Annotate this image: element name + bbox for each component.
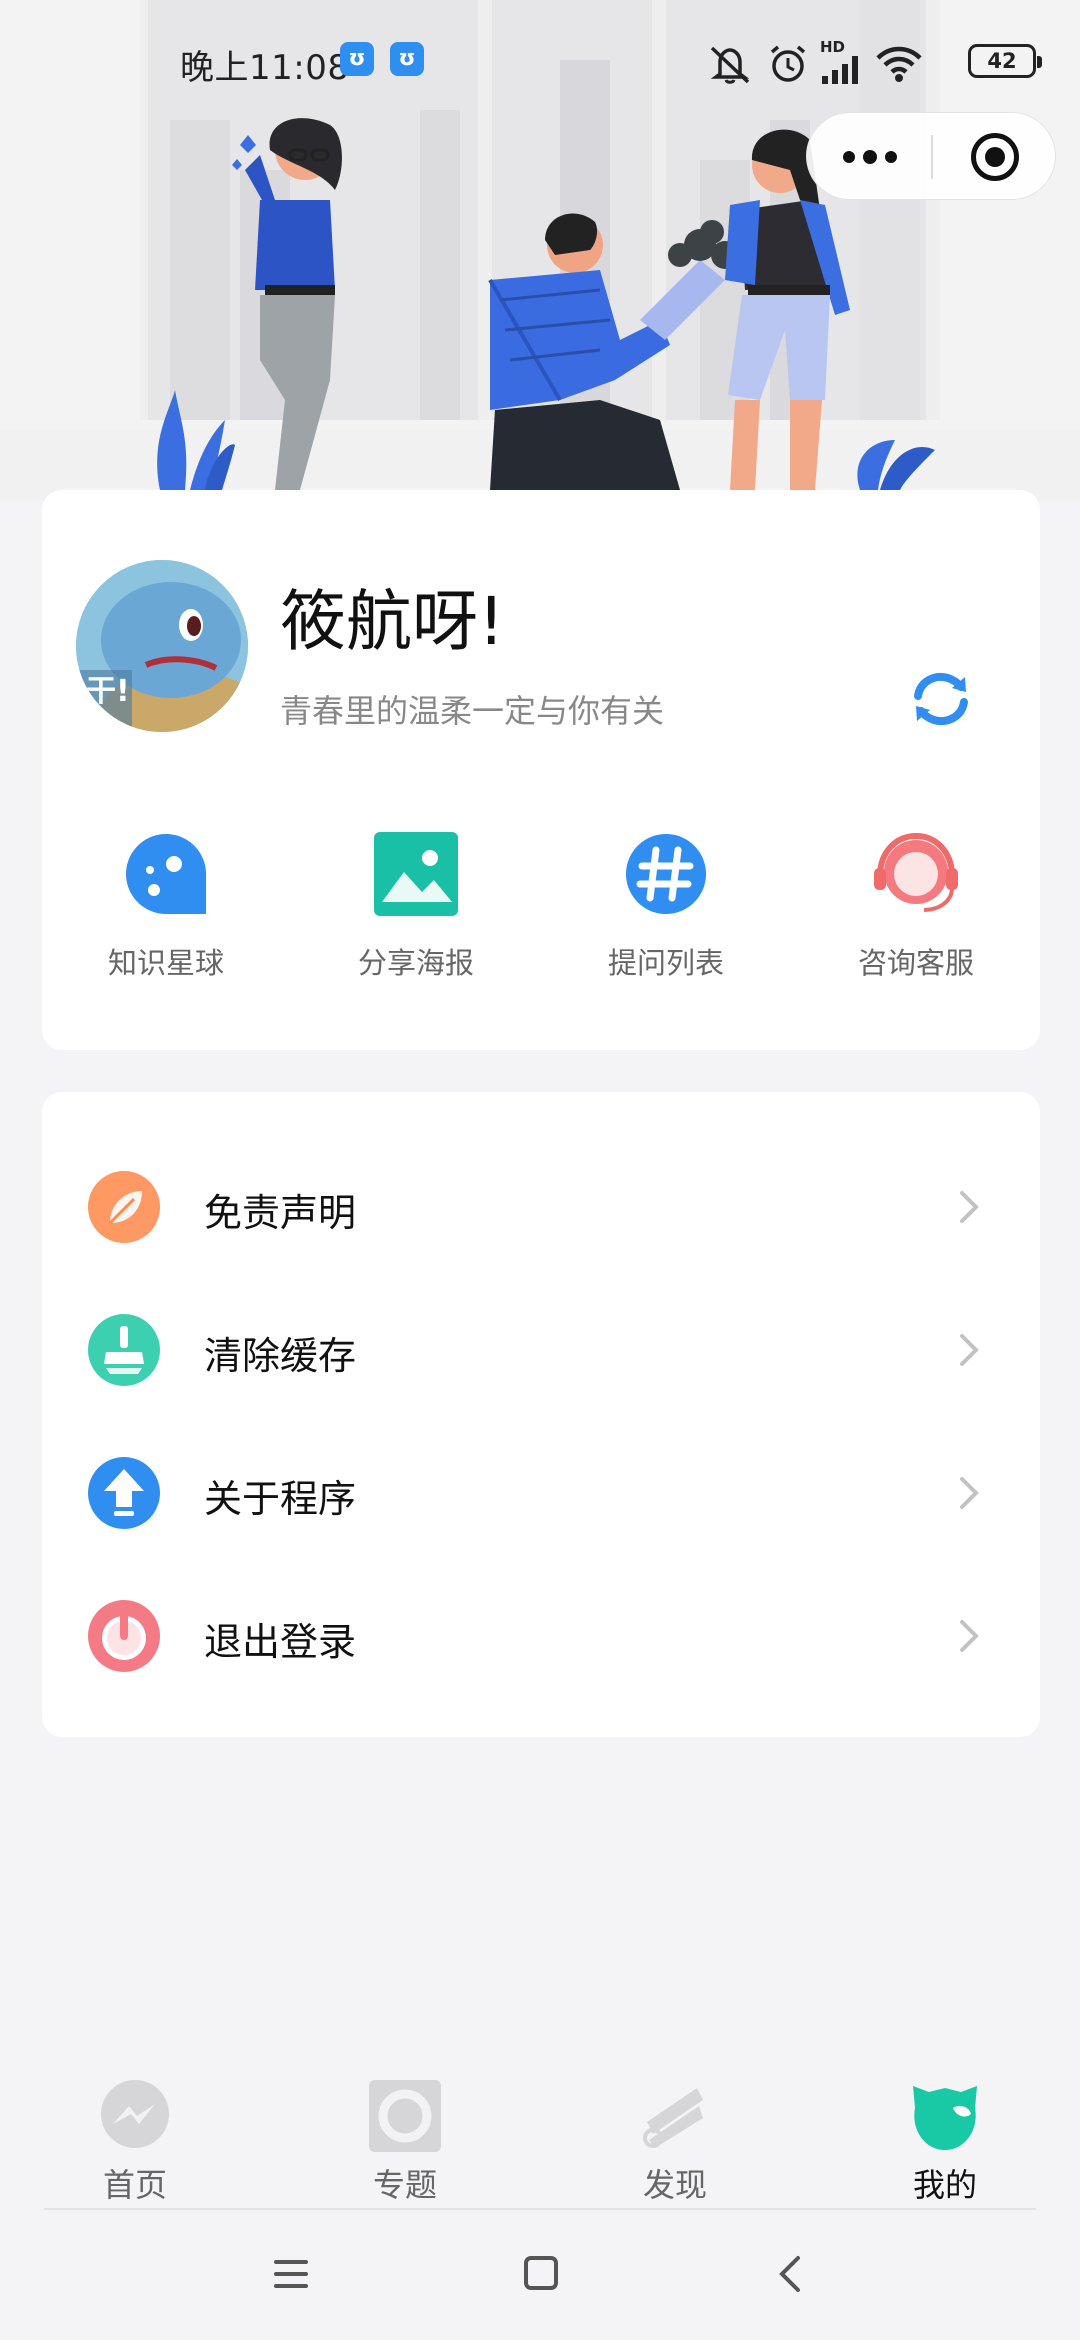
- tab-label: 首页: [102, 2166, 167, 2204]
- tab-discover[interactable]: 发现: [540, 2070, 810, 2204]
- tab-label: 发现: [642, 2166, 707, 2204]
- tab-topics[interactable]: 专题: [270, 2070, 540, 2204]
- broom-icon: [88, 1314, 160, 1386]
- recent-apps-icon[interactable]: [274, 2260, 310, 2290]
- chevron-right-icon: [960, 1477, 979, 1509]
- tab-label: 专题: [372, 2166, 437, 2204]
- user-signature: 青春里的温柔一定与你有关: [280, 692, 665, 730]
- refresh-icon[interactable]: [910, 668, 972, 730]
- status-icons: HD 42: [706, 38, 1042, 86]
- quick-action-question-list[interactable]: 提问列表: [546, 830, 786, 990]
- power-icon: [88, 1600, 160, 1672]
- quick-action-label: 咨询客服: [857, 946, 974, 980]
- capsule-divider: [931, 135, 933, 179]
- status-time: 晚上11:08: [180, 48, 350, 88]
- more-dots-icon[interactable]: [807, 113, 931, 201]
- menu-item-label: 免责声明: [204, 1191, 357, 1235]
- headset-icon: [874, 832, 958, 912]
- tab-mine[interactable]: 我的: [810, 2070, 1080, 2204]
- menu-item-logout[interactable]: 退出登录: [42, 1571, 1040, 1701]
- miniprogram-capsule: [806, 112, 1056, 200]
- quick-action-label: 分享海报: [357, 946, 474, 980]
- bottom-tab-bar: 首页 专题 发现 我的: [0, 2060, 1080, 2210]
- user-nickname: 筱航呀!: [280, 583, 505, 660]
- status-bar: 晚上11:08 ʊ ʊ HD 42: [0, 30, 1080, 94]
- profile-card: 干! 筱航呀! 青春里的温柔一定与你有关 知识星球 分享海报 提问列表 咨询客服: [42, 490, 1040, 1050]
- back-arrow-icon[interactable]: [778, 2254, 802, 2294]
- tab-bar-divider: [44, 2208, 1036, 2210]
- quick-action-share-poster[interactable]: 分享海报: [296, 830, 536, 990]
- planet-icon: [126, 834, 206, 914]
- menu-item-label: 退出登录: [204, 1620, 357, 1664]
- quick-action-label: 知识星球: [107, 946, 224, 980]
- chevron-right-icon: [960, 1620, 979, 1652]
- alarm-icon: [770, 45, 806, 82]
- leaf-icon: [88, 1171, 160, 1243]
- app-notification-icon: ʊ: [390, 42, 424, 76]
- image-icon: [374, 832, 458, 916]
- quick-action-label: 提问列表: [607, 946, 724, 980]
- menu-item-label: 清除缓存: [204, 1334, 357, 1378]
- system-navigation-bar: [0, 2212, 1080, 2340]
- menu-item-clear-cache[interactable]: 清除缓存: [42, 1285, 1040, 1415]
- menu-item-disclaimer[interactable]: 免责声明: [42, 1142, 1040, 1272]
- menu-item-label: 关于程序: [204, 1477, 357, 1521]
- menu-item-about[interactable]: 关于程序: [42, 1428, 1040, 1558]
- quick-actions-grid: 知识星球 分享海报 提问列表 咨询客服: [42, 830, 1040, 990]
- chevron-right-icon: [960, 1334, 979, 1366]
- settings-menu-card: 免责声明 清除缓存 关于程序 退出登录: [42, 1092, 1040, 1737]
- upload-arrow-icon: [88, 1457, 160, 1529]
- app-notification-icon: ʊ: [340, 42, 374, 76]
- profile-cat-icon: [913, 2086, 977, 2150]
- quick-action-customer-service[interactable]: 咨询客服: [796, 830, 1036, 990]
- discover-icon: [643, 2088, 703, 2148]
- home-square-icon[interactable]: [524, 2256, 558, 2290]
- topic-icon: [369, 2080, 441, 2152]
- chevron-right-icon: [960, 1191, 979, 1223]
- messenger-icon: [101, 2080, 169, 2148]
- avatar[interactable]: 干!: [76, 560, 248, 732]
- signal-icon: [822, 56, 858, 84]
- target-close-icon[interactable]: [971, 133, 1019, 181]
- mute-bell-icon: [710, 46, 750, 84]
- battery-indicator: 42: [968, 44, 1042, 78]
- quick-action-knowledge-planet[interactable]: 知识星球: [46, 830, 286, 990]
- avatar-caption: 干!: [86, 674, 130, 709]
- wifi-icon: [876, 46, 922, 82]
- tab-home[interactable]: 首页: [0, 2070, 270, 2204]
- hash-icon: [626, 834, 706, 914]
- tab-label: 我的: [912, 2166, 977, 2204]
